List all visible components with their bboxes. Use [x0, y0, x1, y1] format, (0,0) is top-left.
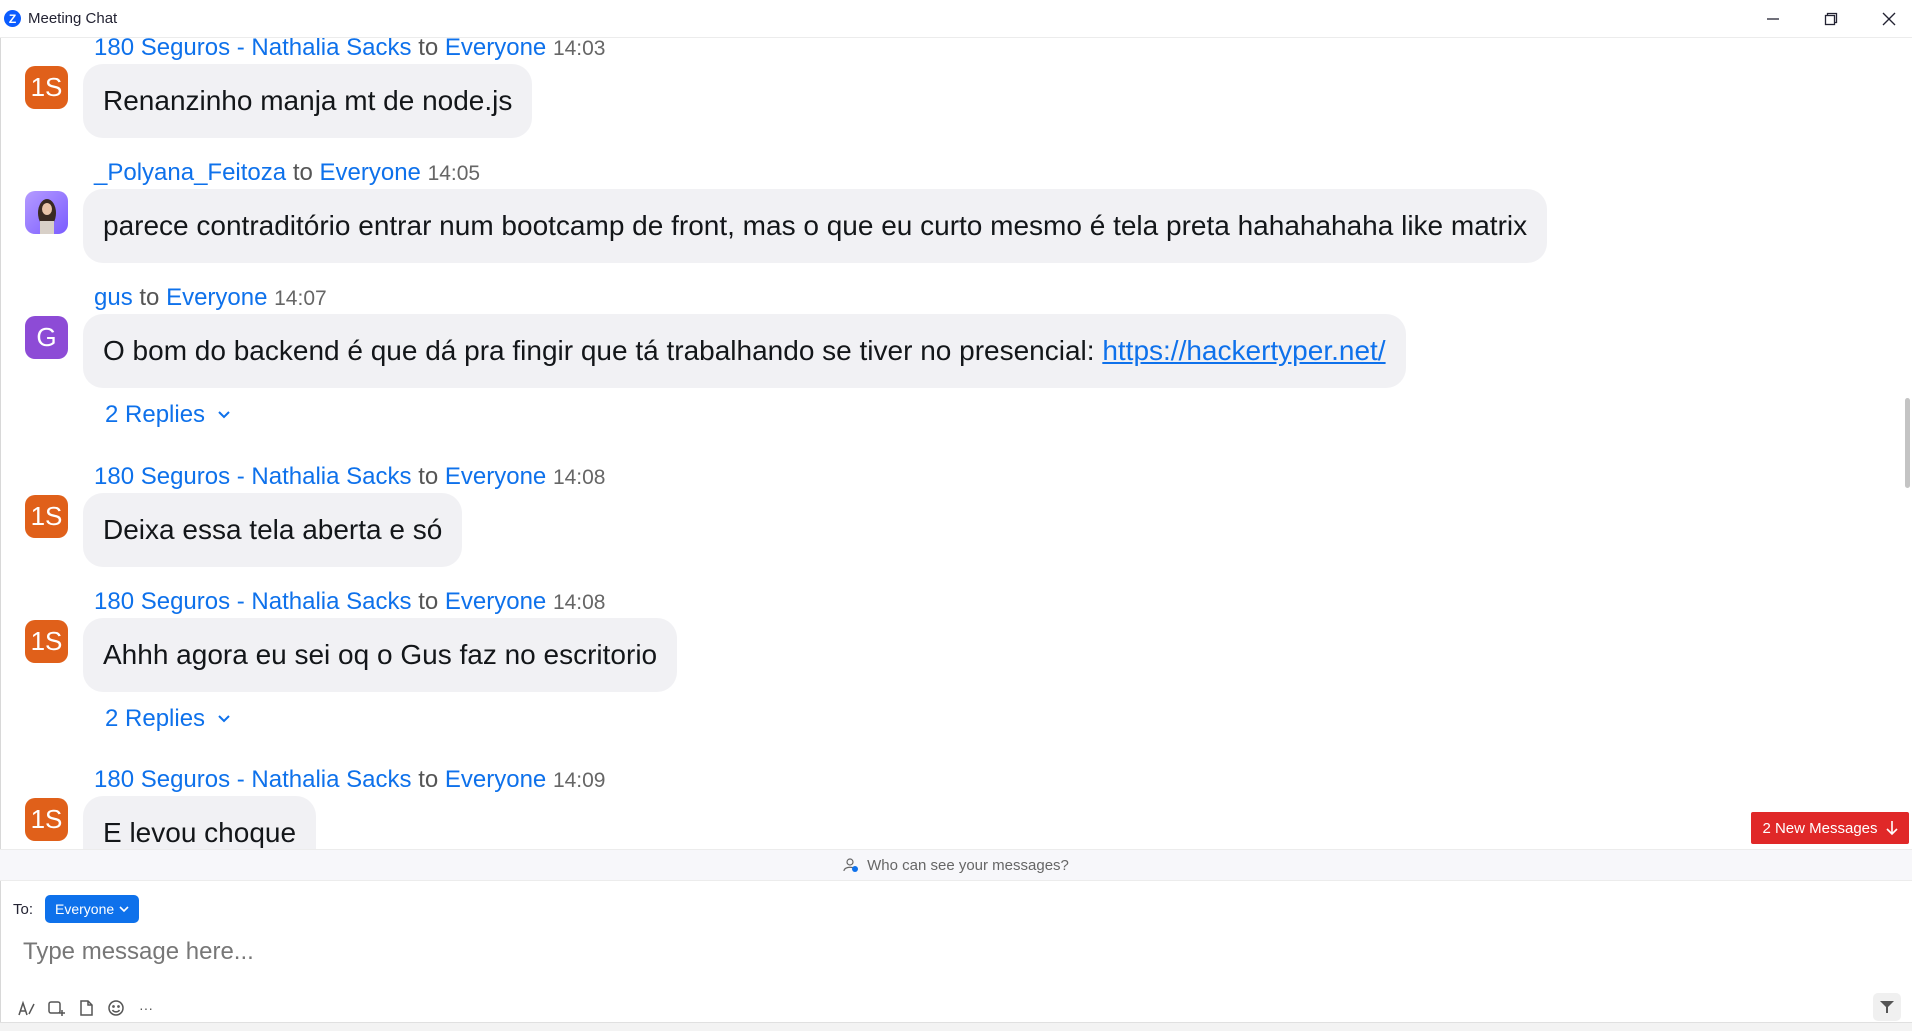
user-info-icon: [843, 858, 859, 872]
to-word: to: [418, 588, 439, 615]
file-button[interactable]: [75, 997, 97, 1019]
visibility-info[interactable]: Who can see your messages?: [0, 849, 1912, 881]
arrow-down-icon: [1885, 821, 1898, 836]
send-icon: [1880, 1001, 1894, 1013]
replies-count: 2 Replies: [105, 401, 206, 428]
avatar[interactable]: G: [25, 316, 68, 359]
message-bubble[interactable]: parece contraditório entrar num bootcamp…: [83, 189, 1548, 263]
chevron-down-icon: [218, 715, 230, 723]
recipient-name[interactable]: Everyone: [445, 463, 546, 490]
zoom-logo-icon: Z: [4, 10, 21, 27]
replies-count: 2 Replies: [105, 705, 206, 732]
close-icon: [1882, 12, 1896, 26]
to-word: to: [418, 463, 439, 490]
avatar[interactable]: 1S: [25, 798, 68, 841]
new-messages-button[interactable]: 2 New Messages: [1751, 812, 1909, 844]
sender-name[interactable]: 180 Seguros - Nathalia Sacks: [94, 588, 412, 615]
scrollbar-thumb[interactable]: [1905, 398, 1910, 488]
recipient-name[interactable]: Everyone: [166, 284, 267, 311]
title-bar: Z Meeting Chat: [0, 0, 1912, 38]
to-word: to: [418, 766, 439, 793]
user-photo-icon: [38, 199, 56, 234]
message-bubble[interactable]: Ahhh agora eu sei oq o Gus faz no escrit…: [83, 618, 678, 692]
message-header: 180 Seguros - Nathalia Sacks to Everyone…: [94, 588, 606, 617]
to-word: to: [418, 38, 439, 61]
avatar[interactable]: 1S: [25, 66, 68, 109]
message-header: gus to Everyone 14:07: [94, 284, 327, 313]
chat-message-list[interactable]: 180 Seguros - Nathalia Sacks to Everyone…: [0, 38, 1912, 849]
composer-toolbar: ···: [15, 997, 157, 1019]
new-messages-label: 2 New Messages: [1762, 819, 1878, 837]
message-header: _Polyana_Feitoza to Everyone 14:05: [94, 159, 480, 188]
message-time: 14:08: [552, 591, 606, 614]
visibility-text: Who can see your messages?: [867, 856, 1069, 874]
avatar[interactable]: 1S: [25, 620, 68, 663]
minimize-icon: [1767, 18, 1779, 20]
replies-toggle[interactable]: 2 Replies: [105, 401, 231, 429]
restore-icon: [1824, 12, 1838, 26]
message-composer: To: Everyone ···: [0, 881, 1912, 1030]
window-title: Meeting Chat: [28, 10, 118, 27]
recipient-select[interactable]: Everyone: [45, 895, 140, 923]
to-label: To:: [13, 901, 34, 918]
message-time: 14:05: [427, 162, 481, 185]
send-button[interactable]: [1873, 993, 1901, 1021]
recipient-name[interactable]: Everyone: [445, 766, 546, 793]
recipient-select-value: Everyone: [55, 901, 115, 917]
screenshot-button[interactable]: [45, 997, 67, 1019]
to-word: to: [292, 159, 313, 186]
message-header: 180 Seguros - Nathalia Sacks to Everyone…: [94, 463, 606, 492]
message-header: 180 Seguros - Nathalia Sacks to Everyone…: [94, 38, 606, 63]
file-icon: [80, 1000, 93, 1016]
recipient-name[interactable]: Everyone: [445, 38, 546, 61]
message-bubble[interactable]: Renanzinho manja mt de node.js: [83, 64, 533, 138]
minimize-button[interactable]: [1744, 0, 1802, 38]
message-bubble[interactable]: O bom do backend é que dá pra fingir que…: [83, 314, 1406, 388]
message-input[interactable]: [21, 931, 1885, 973]
emoji-button[interactable]: [105, 997, 127, 1019]
message-time: 14:03: [552, 38, 606, 60]
chevron-down-icon: [119, 906, 129, 913]
message-link[interactable]: https://hackertyper.net/: [1102, 335, 1385, 367]
avatar[interactable]: 1S: [25, 495, 68, 538]
message-bubble[interactable]: E levou choque: [83, 796, 317, 849]
replies-toggle[interactable]: 2 Replies: [105, 705, 231, 733]
message-time: 14:07: [274, 287, 327, 310]
sender-name[interactable]: gus: [94, 284, 133, 311]
sender-name[interactable]: 180 Seguros - Nathalia Sacks: [94, 766, 412, 793]
format-text-icon: [18, 1000, 35, 1016]
message-time: 14:08: [552, 466, 606, 489]
avatar[interactable]: [25, 191, 68, 234]
message-bubble[interactable]: Deixa essa tela aberta e só: [83, 493, 463, 567]
sender-name[interactable]: 180 Seguros - Nathalia Sacks: [94, 38, 412, 61]
sender-name[interactable]: _Polyana_Feitoza: [94, 159, 286, 186]
more-button[interactable]: ···: [135, 997, 157, 1019]
format-button[interactable]: [15, 997, 37, 1019]
recipient-name[interactable]: Everyone: [445, 588, 546, 615]
recipient-name[interactable]: Everyone: [320, 159, 421, 186]
emoji-icon: [108, 1000, 124, 1016]
close-button[interactable]: [1860, 0, 1912, 38]
to-word: to: [139, 284, 160, 311]
sender-name[interactable]: 180 Seguros - Nathalia Sacks: [94, 463, 412, 490]
message-time: 14:09: [552, 769, 606, 792]
screenshot-icon: [48, 1001, 65, 1016]
message-text: O bom do backend é que dá pra fingir que…: [103, 335, 1103, 366]
restore-button[interactable]: [1802, 0, 1860, 38]
message-header: 180 Seguros - Nathalia Sacks to Everyone…: [94, 766, 606, 795]
chevron-down-icon: [218, 411, 230, 419]
